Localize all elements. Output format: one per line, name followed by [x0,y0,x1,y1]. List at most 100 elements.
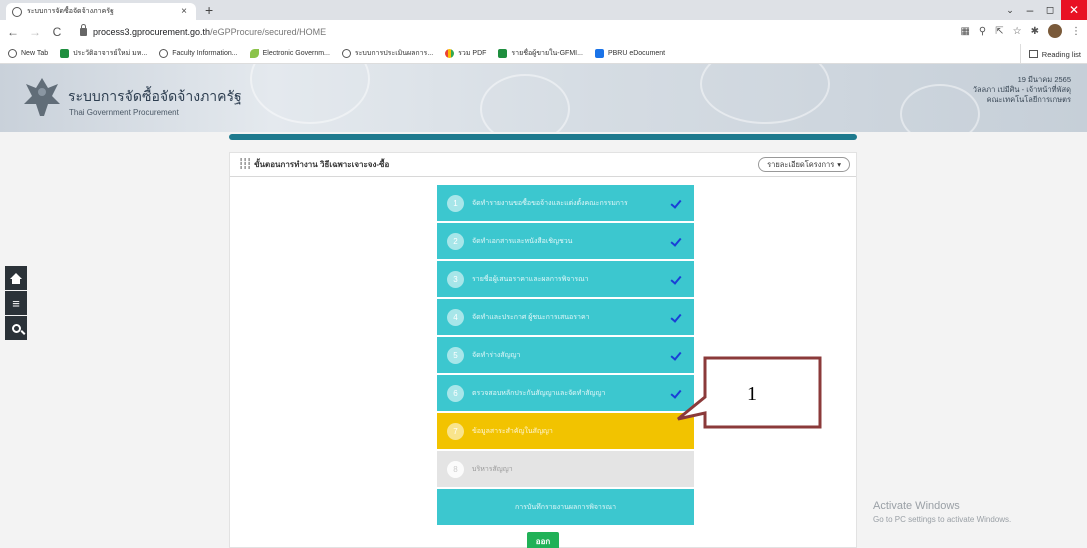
minimize-icon[interactable]: – [1020,0,1040,20]
user-name: วัลลภา เปมีศิน - เจ้าหน้าที่พัสดุ [972,85,1071,94]
back-icon[interactable]: ← [4,25,22,39]
step-2[interactable]: 2 จัดทำเอกสารและหนังสือเชิญชวน [437,223,694,259]
panel-title: ขั้นตอนการทำงาน วิธีเฉพาะเจาะจง-ซื้อ [254,160,390,169]
bookmark-label: PBRU eDocument [607,50,666,57]
step-label: บริหารสัญญา [472,465,513,473]
translate-icon[interactable]: ▦ [960,26,969,37]
caret-down-icon: ▾ [837,160,841,169]
bookmark-item[interactable]: ระบบการประเมินผลการ... [338,48,437,59]
activate-windows-watermark: Activate Windows Go to PC settings to ac… [873,500,1011,524]
step-1[interactable]: 1 จัดทำรายงานขอซื้อขอจ้างและแต่งตั้งคณะก… [437,185,694,221]
checkmark-icon [670,236,684,246]
step-number: 4 [447,308,464,326]
bookmark-label: Electronic Governm... [262,50,330,57]
bookmark-label: ระบบการประเมินผลการ... [354,50,434,57]
pdf-tool-icon [445,49,455,58]
reading-list-label: Reading list [1041,49,1081,59]
step-label: จัดทำร่างสัญญา [472,351,521,359]
header-ornament [700,64,830,124]
side-toolbar: ≡ [5,266,27,341]
extensions-icon[interactable]: ✱ [1031,26,1039,37]
bookmark-item[interactable]: New Tab [4,49,52,58]
leaf-icon [249,49,259,58]
new-tab-icon[interactable]: + [205,2,213,18]
step-label: จัดทำรายงานขอซื้อขอจ้างและแต่งตั้งคณะกรร… [472,199,628,207]
reading-list-button[interactable]: Reading list [1019,44,1081,64]
header-ornament [900,84,980,132]
globe-icon [341,49,351,58]
close-window-icon[interactable]: ✕ [1061,0,1087,20]
reload-icon[interactable]: C [48,25,66,39]
step-6[interactable]: 6 ตรวจสอบหลักประกันสัญญาและจัดทำสัญญา [437,375,694,411]
bookmark-item[interactable]: Faculty Information... [155,49,241,58]
site-header: ระบบการจัดซื้อจัดจ้างภาครัฐ Thai Governm… [0,64,1087,132]
chevron-down-icon[interactable]: ⌄ [1000,0,1020,20]
search-icon [11,323,21,333]
address-bar-icons: ▦ ⚲ ⇱ ☆ ✱ ⋮ [960,24,1081,38]
step-number: 6 [447,384,464,402]
bookmark-label: New Tab [21,50,49,57]
checkmark-icon [670,274,684,284]
forward-icon[interactable]: → [26,25,44,39]
step-number: 2 [447,232,464,250]
profile-avatar[interactable] [1048,24,1062,38]
step-label: ข้อมูลสาระสำคัญในสัญญา [472,427,553,435]
progress-header-bar [229,134,857,140]
step-label: จัดทำและประกาศ ผู้ชนะการเสนอราคา [472,313,590,321]
globe-icon [159,49,169,58]
sheets-icon [498,49,508,58]
callout-number: 1 [747,383,757,405]
bookmark-item[interactable]: ประวัติอาจารย์ใหม่ มห... [56,48,151,59]
sheets-icon [60,49,70,58]
globe-icon [8,49,17,58]
browser-tab[interactable]: ระบบการจัดซื้อจัดจ้างภาครัฐ × [6,3,196,20]
search-button[interactable] [5,316,27,340]
site-title: ระบบการจัดซื้อจัดจ้างภาครัฐ [68,89,242,105]
step-number: 5 [447,346,464,364]
panel-header: ┆┆┆ ขั้นตอนการทำงาน วิธีเฉพาะเจาะจง-ซื้อ… [230,153,856,177]
step-3[interactable]: 3 รายชื่อผู้เสนอราคาและผลการพิจารณา [437,261,694,297]
project-details-button[interactable]: รายละเอียดโครงการ ▾ [758,157,850,172]
bookmark-item[interactable]: PBRU eDocument [591,49,669,58]
step-label: การบันทึกรายงานผลการพิจารณา [514,503,617,511]
workflow-icon: ┆┆┆ [238,159,252,170]
bookmark-item[interactable]: รายชื่อผู้ขายใน-GFMI... [494,48,587,59]
menu-button[interactable]: ≡ [5,291,27,315]
menu-icon[interactable]: ⋮ [1071,26,1081,37]
step-7[interactable]: 7 ข้อมูลสาระสำคัญในสัญญา [437,413,694,449]
reading-list-icon [1028,50,1038,58]
bookmark-label: รายชื่อผู้ขายใน-GFMI... [511,50,583,57]
bookmark-label: รวม PDF [458,50,487,57]
exit-button[interactable]: ออก [527,532,559,548]
zoom-icon[interactable]: ⚲ [979,26,986,37]
step-number: 3 [447,270,464,288]
tab-title: ระบบการจัดซื้อจัดจ้างภาครัฐ [27,8,114,15]
step-4[interactable]: 4 จัดทำและประกาศ ผู้ชนะการเสนอราคา [437,299,694,335]
step-label: ตรวจสอบหลักประกันสัญญาและจัดทำสัญญา [472,389,606,397]
watermark-title: Activate Windows [873,500,960,512]
share-icon[interactable]: ⇱ [995,26,1003,37]
step-8: 8 บริหารสัญญา [437,451,694,487]
bookmarks-bar: New Tab ประวัติอาจารย์ใหม่ มห... Faculty… [0,44,1087,64]
checkmark-icon [670,198,684,208]
globe-icon [12,6,22,17]
close-tab-icon[interactable]: × [178,6,190,17]
header-ornament [480,74,570,132]
url-field[interactable]: process3.gprocurement.go.th/eGPProcure/s… [80,22,930,42]
lock-icon [80,24,87,36]
step-label: จัดทำเอกสารและหนังสือเชิญชวน [472,237,573,245]
hamburger-icon: ≡ [12,295,20,311]
bookmark-item[interactable]: รวม PDF [441,48,490,59]
star-icon[interactable]: ☆ [1013,26,1022,37]
header-ornament [250,64,370,124]
maximize-icon[interactable]: ◻ [1040,0,1060,20]
step-5[interactable]: 5 จัดทำร่างสัญญา [437,337,694,373]
bookmark-item[interactable]: Electronic Governm... [246,49,334,58]
edocument-icon [594,49,604,58]
record-evaluation-step[interactable]: การบันทึกรายงานผลการพิจารณา [437,489,694,525]
user-info: 19 มีนาคม 2565 วัลลภา เปมีศิน - เจ้าหน้า… [973,75,1071,105]
home-button[interactable] [5,266,27,290]
bookmark-label: Faculty Information... [172,50,238,57]
browser-tab-bar: ระบบการจัดซื้อจัดจ้างภาครัฐ × + ⌄ – ◻ ✕ [0,0,1087,20]
step-label: รายชื่อผู้เสนอราคาและผลการพิจารณา [472,275,589,283]
